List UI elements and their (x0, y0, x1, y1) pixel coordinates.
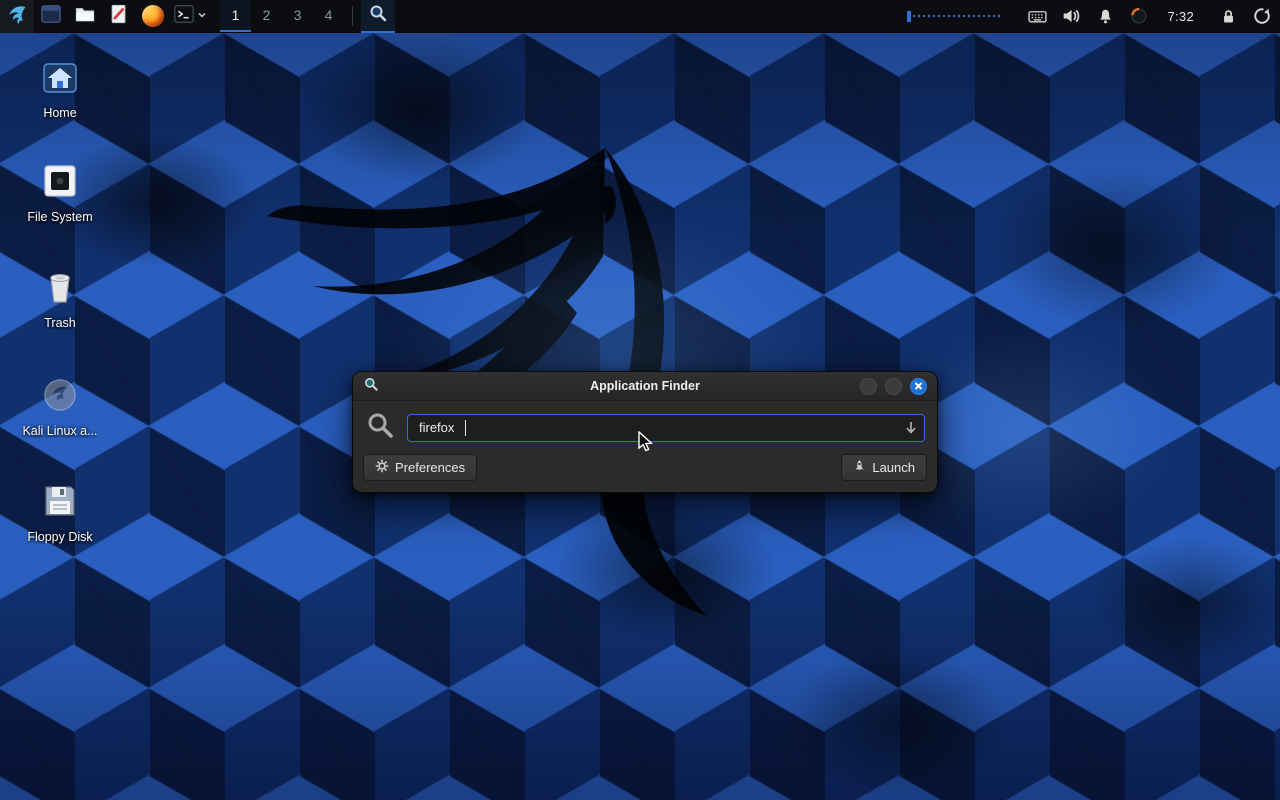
top-panel: 1 2 3 4 (0, 0, 1280, 33)
search-field-wrapper (407, 414, 925, 442)
preferences-button[interactable]: Preferences (363, 454, 477, 481)
preferences-label: Preferences (395, 460, 465, 475)
text-editor-icon (108, 3, 130, 30)
launch-button[interactable]: Launch (841, 454, 927, 481)
logout-power-icon[interactable] (1252, 0, 1272, 33)
workspace-2[interactable]: 2 (251, 0, 282, 32)
gear-icon (375, 459, 389, 476)
desktop-icon-file-system[interactable]: File System (8, 159, 112, 224)
kali-menu-button[interactable] (0, 0, 34, 33)
desktop-icon-floppy-disk[interactable]: Floppy Disk (8, 479, 112, 544)
taskbar-application-finder[interactable] (361, 0, 395, 33)
terminal-icon (173, 3, 195, 30)
folder-launcher[interactable] (68, 0, 102, 33)
desktop-icon-kali-docs[interactable]: Kali Linux a... (8, 373, 112, 438)
workspace-3[interactable]: 3 (282, 0, 313, 32)
system-monitor-graph[interactable] (907, 7, 1003, 25)
window-controls (860, 378, 927, 395)
file-manager-launcher[interactable] (34, 0, 68, 33)
volume-icon[interactable] (1061, 0, 1081, 33)
workspace-1[interactable]: 1 (220, 0, 251, 32)
desktop-icon-label: Floppy Disk (27, 530, 92, 544)
desktop-icon-label: Kali Linux a... (22, 424, 97, 438)
text-cursor (465, 420, 466, 436)
button-row: Preferences Launch (353, 445, 937, 481)
application-finder-task-icon (368, 3, 388, 28)
home-icon (38, 55, 82, 99)
search-icon (365, 410, 395, 445)
trash-icon (38, 265, 82, 309)
desktop-icon-label: Trash (44, 316, 76, 330)
desktop-icon-trash[interactable]: Trash (8, 265, 112, 330)
desktop-wallpaper: Home File System Trash (0, 33, 1280, 800)
chevron-down-icon[interactable] (197, 7, 207, 25)
maximize-button[interactable] (885, 378, 902, 395)
kali-logo-icon (5, 2, 29, 31)
panel-separator (352, 6, 353, 26)
titlebar[interactable]: Application Finder (353, 372, 937, 401)
desktop-icon-home[interactable]: Home (8, 55, 112, 120)
terminal-launcher[interactable] (170, 0, 210, 33)
workspace-4[interactable]: 4 (313, 0, 344, 32)
search-input[interactable] (407, 414, 925, 442)
dropdown-arrow-icon[interactable] (904, 420, 918, 441)
folder-icon (74, 3, 96, 30)
globe-status-icon[interactable] (1129, 0, 1149, 33)
text-editor-launcher[interactable] (102, 0, 136, 33)
launch-label: Launch (872, 460, 915, 475)
file-system-drive-icon (38, 159, 82, 203)
application-finder-app-icon (363, 376, 379, 397)
close-button[interactable] (910, 378, 927, 395)
system-tray: 7:32 (907, 0, 1280, 32)
firefox-launcher[interactable] (136, 0, 170, 33)
panel-left-section: 1 2 3 4 (0, 0, 395, 32)
search-row (353, 401, 937, 445)
keyboard-indicator-icon[interactable] (1027, 0, 1047, 33)
window-icon (40, 3, 62, 30)
notification-bell-icon[interactable] (1095, 0, 1115, 33)
floppy-disk-icon (38, 479, 82, 523)
desktop-icon-label: Home (43, 106, 76, 120)
kali-docs-icon (38, 373, 82, 417)
minimize-button[interactable] (860, 378, 877, 395)
firefox-icon (142, 5, 164, 27)
window-title: Application Finder (353, 379, 937, 393)
application-finder-window: Application Finder (352, 371, 938, 493)
workspace-switcher: 1 2 3 4 (220, 0, 344, 32)
desktop-icon-label: File System (27, 210, 92, 224)
clock[interactable]: 7:32 (1163, 9, 1198, 24)
launch-rocket-icon (853, 459, 866, 476)
lock-screen-icon[interactable] (1218, 0, 1238, 33)
